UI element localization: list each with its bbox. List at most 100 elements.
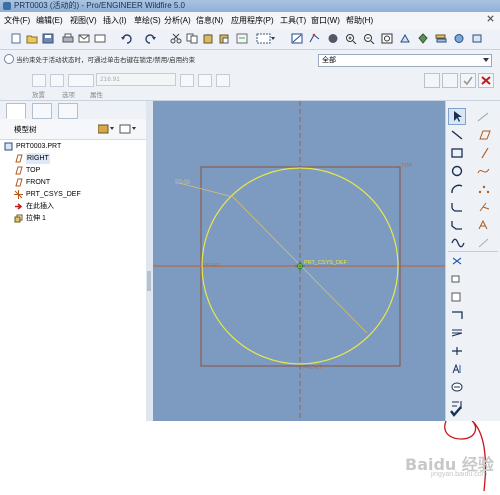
select-tool-button[interactable] (448, 108, 466, 125)
paste-icon[interactable] (202, 33, 214, 44)
datum-display-icon[interactable] (309, 33, 321, 44)
sketcher-toolbar (445, 101, 500, 421)
paste-special-icon[interactable] (218, 33, 230, 44)
solid-toggle-button[interactable] (32, 74, 46, 87)
coordinate-sys-tool-icon[interactable] (476, 201, 492, 213)
datum-plane-icon (15, 178, 23, 187)
preview-button[interactable] (442, 73, 458, 88)
tab-model-tree[interactable] (6, 103, 26, 119)
flip-direction-button[interactable] (180, 74, 194, 87)
menu-window[interactable]: 窗口(W) (311, 15, 340, 26)
send-mail-icon[interactable] (78, 33, 90, 44)
redo-icon[interactable] (145, 33, 157, 44)
tree-settings-icon[interactable] (98, 123, 142, 134)
reorient-icon[interactable] (399, 33, 411, 44)
depth-value-field[interactable]: 216.91 (96, 73, 176, 86)
saved-views-icon[interactable] (417, 33, 429, 44)
refit-icon[interactable] (381, 33, 393, 44)
menu-file[interactable]: 文件(F) (4, 15, 30, 26)
shading-icon[interactable] (327, 33, 339, 44)
selection-filter-dropdown[interactable]: 全部 (318, 54, 492, 67)
datum-plane-icon (15, 166, 23, 175)
model-display-icon[interactable] (471, 33, 483, 44)
continue-checkmark-icon[interactable] (448, 403, 464, 419)
remove-material-button[interactable] (198, 74, 212, 87)
info-icon (4, 54, 14, 64)
line-tool-icon[interactable] (450, 129, 466, 141)
menu-sketch[interactable]: 草绘(S) (134, 15, 161, 26)
menu-insert[interactable]: 插入(I) (103, 15, 127, 26)
thicken-sketch-button[interactable] (216, 74, 230, 87)
menu-tools[interactable]: 工具(T) (280, 15, 306, 26)
email-link-icon[interactable] (94, 33, 106, 44)
cut-icon[interactable] (170, 33, 182, 44)
placement-tab[interactable]: 放置 (32, 89, 45, 99)
apply-button[interactable] (460, 73, 476, 88)
text-tool-icon[interactable] (476, 219, 492, 231)
undo-icon[interactable] (120, 33, 132, 44)
layers-icon[interactable] (435, 33, 447, 44)
splitter-grip[interactable] (147, 271, 151, 291)
arc-tool-icon[interactable] (450, 183, 466, 195)
tab-favorites[interactable] (58, 103, 78, 119)
copy-icon[interactable] (186, 33, 198, 44)
cancel-button[interactable] (478, 73, 494, 88)
diameter-dimension-leader (178, 182, 368, 334)
regenerate-icon[interactable] (236, 33, 248, 44)
menu-info[interactable]: 信息(N) (196, 15, 223, 26)
pause-button[interactable] (424, 73, 440, 88)
spline-tool-icon[interactable] (476, 165, 492, 177)
divide-tool-icon[interactable] (450, 345, 466, 357)
scribble-tool-icon[interactable] (476, 111, 490, 123)
appearance-icon[interactable] (453, 33, 465, 44)
depth-option-dropdown[interactable] (68, 74, 94, 87)
parallelogram-tool-icon[interactable] (476, 129, 492, 141)
trim-tool-icon[interactable] (450, 309, 466, 321)
zoom-out-icon[interactable] (363, 33, 375, 44)
options-tab[interactable]: 选项 (62, 89, 75, 99)
mirror-tool-icon[interactable] (450, 327, 466, 339)
depth-value: 216.91 (100, 76, 120, 83)
surface-toggle-button[interactable] (50, 74, 64, 87)
point-tool-icon[interactable] (476, 183, 492, 195)
diameter-dimension-text[interactable]: 50.00 (175, 180, 191, 186)
csys-label: PRT_CSYS_DEF (304, 260, 348, 266)
menu-edit[interactable]: 编辑(E) (36, 15, 63, 26)
open-folder-icon[interactable] (26, 33, 38, 44)
modify-tool-icon[interactable] (450, 273, 466, 285)
menu-view[interactable]: 视图(V) (70, 15, 97, 26)
new-file-icon[interactable] (10, 33, 22, 44)
sketch-view-icon[interactable] (291, 33, 303, 44)
dimension-tool-icon[interactable] (450, 255, 466, 267)
print-icon[interactable] (62, 33, 74, 44)
filter-value: 全部 (322, 57, 336, 64)
close-window-icon[interactable] (486, 14, 495, 23)
fillet-tool-icon[interactable] (450, 201, 466, 213)
palette-tool-icon[interactable] (450, 363, 466, 375)
zoom-in-icon[interactable] (345, 33, 357, 44)
menu-analysis[interactable]: 分析(A) (164, 15, 191, 26)
watermark-url: jingyan.baidu.com (431, 471, 488, 478)
properties-tab[interactable]: 属性 (90, 89, 103, 99)
offset-edge-icon[interactable] (476, 237, 492, 249)
graphics-window[interactable]: 50.00 TOP RIGHT PRT_CSYS_DEF FRONT (153, 101, 445, 421)
wave-spline-icon[interactable] (450, 237, 466, 249)
selection-filter-icon[interactable] (256, 33, 276, 44)
tab-folder-browser[interactable] (32, 103, 52, 119)
datum-plane-icon (15, 154, 23, 163)
save-icon[interactable] (42, 33, 54, 44)
chamfer-tool-icon[interactable] (450, 219, 466, 231)
panel-splitter[interactable] (146, 101, 153, 421)
inspect-tool-icon[interactable] (450, 381, 466, 393)
menu-help[interactable]: 帮助(H) (346, 15, 373, 26)
rectangle-tool-icon[interactable] (450, 147, 466, 159)
slanted-line-tool-icon[interactable] (476, 147, 492, 159)
navigator-panel: 模型树 PRT0003.PRT RIGHT TOP FRONT PRT_CSYS… (0, 101, 147, 421)
circle-tool-icon[interactable] (450, 165, 466, 177)
window-title-bar: PRT0003 (活动的) - Pro/ENGINEER Wildfire 5.… (0, 0, 500, 12)
menu-applications[interactable]: 应用程序(P) (231, 15, 274, 26)
insert-arrow-icon (15, 203, 23, 210)
coordinate-system-icon (14, 190, 23, 199)
right-plane-label: RIGHT (203, 263, 221, 269)
constraint-tool-icon[interactable] (450, 291, 466, 303)
